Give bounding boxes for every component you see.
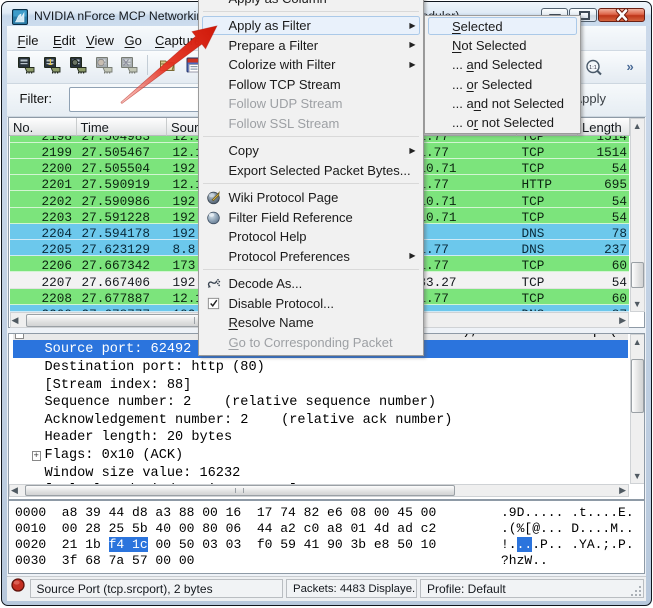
svg-text:1:1: 1:1 (589, 65, 597, 71)
svg-text:1: 1 (48, 58, 53, 67)
